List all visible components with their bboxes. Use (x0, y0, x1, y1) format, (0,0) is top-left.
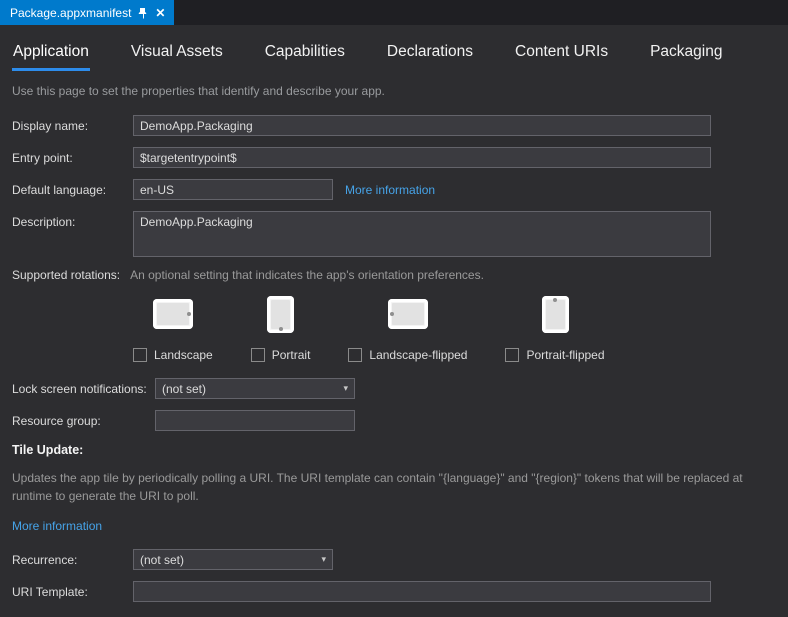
landscape-flipped-checkbox-label: Landscape-flipped (369, 348, 467, 362)
portrait-flipped-checkbox[interactable] (505, 348, 519, 362)
portrait-checkbox-label: Portrait (272, 348, 311, 362)
document-tab-bar: Package.appxmanifest ✕ (0, 0, 788, 25)
tab-visual-assets[interactable]: Visual Assets (130, 39, 224, 71)
tab-declarations[interactable]: Declarations (386, 39, 474, 71)
page-intro: Use this page to set the properties that… (0, 71, 788, 98)
landscape-orientation-icon (153, 299, 193, 329)
uri-template-input[interactable] (133, 581, 711, 602)
display-name-input[interactable] (133, 115, 711, 136)
portrait-checkbox[interactable] (251, 348, 265, 362)
tab-packaging[interactable]: Packaging (649, 39, 723, 71)
default-language-label: Default language: (12, 183, 133, 197)
lock-screen-notifications-label: Lock screen notifications: (12, 382, 155, 396)
chevron-down-icon: ▾ (343, 383, 348, 394)
tab-capabilities[interactable]: Capabilities (264, 39, 346, 71)
tab-application[interactable]: Application (12, 39, 90, 71)
resource-group-input[interactable] (155, 410, 355, 431)
recurrence-value: (not set) (140, 553, 184, 567)
uri-template-label: URI Template: (12, 585, 133, 599)
portrait-flipped-orientation-icon (542, 296, 569, 333)
chevron-down-icon: ▾ (321, 554, 326, 565)
tile-update-description: Updates the app tile by periodically pol… (12, 469, 760, 505)
recurrence-label: Recurrence: (12, 553, 133, 567)
supported-rotations-hint: An optional setting that indicates the a… (130, 268, 484, 282)
tile-update-more-info-link[interactable]: More information (12, 519, 102, 533)
pin-icon[interactable] (138, 7, 148, 19)
description-label: Description: (12, 211, 133, 229)
lock-screen-notifications-value: (not set) (162, 382, 206, 396)
tab-content-uris[interactable]: Content URIs (514, 39, 609, 71)
supported-rotations-label: Supported rotations: (12, 268, 120, 282)
supported-rotations-options: Landscape Portrait Landscape-flipped Por… (133, 292, 788, 362)
portrait-orientation-icon (267, 296, 294, 333)
tile-update-heading: Tile Update: (12, 443, 788, 457)
close-icon[interactable]: ✕ (155, 7, 165, 19)
recurrence-dropdown[interactable]: (not set) ▾ (133, 549, 333, 570)
resource-group-label: Resource group: (12, 414, 155, 428)
lock-screen-notifications-dropdown[interactable]: (not set) ▾ (155, 378, 355, 399)
default-language-more-info-link[interactable]: More information (345, 183, 435, 197)
manifest-tabs: Application Visual Assets Capabilities D… (0, 25, 788, 71)
landscape-checkbox-label: Landscape (154, 348, 213, 362)
default-language-input[interactable] (133, 179, 333, 200)
document-tab-title: Package.appxmanifest (10, 6, 131, 20)
application-form: Display name: Entry point: Default langu… (0, 98, 788, 602)
landscape-flipped-checkbox[interactable] (348, 348, 362, 362)
entry-point-label: Entry point: (12, 151, 133, 165)
display-name-label: Display name: (12, 119, 133, 133)
portrait-flipped-checkbox-label: Portrait-flipped (526, 348, 604, 362)
description-input[interactable]: DemoApp.Packaging (133, 211, 711, 257)
landscape-flipped-orientation-icon (388, 299, 428, 329)
document-tab[interactable]: Package.appxmanifest ✕ (0, 0, 174, 25)
landscape-checkbox[interactable] (133, 348, 147, 362)
entry-point-input[interactable] (133, 147, 711, 168)
